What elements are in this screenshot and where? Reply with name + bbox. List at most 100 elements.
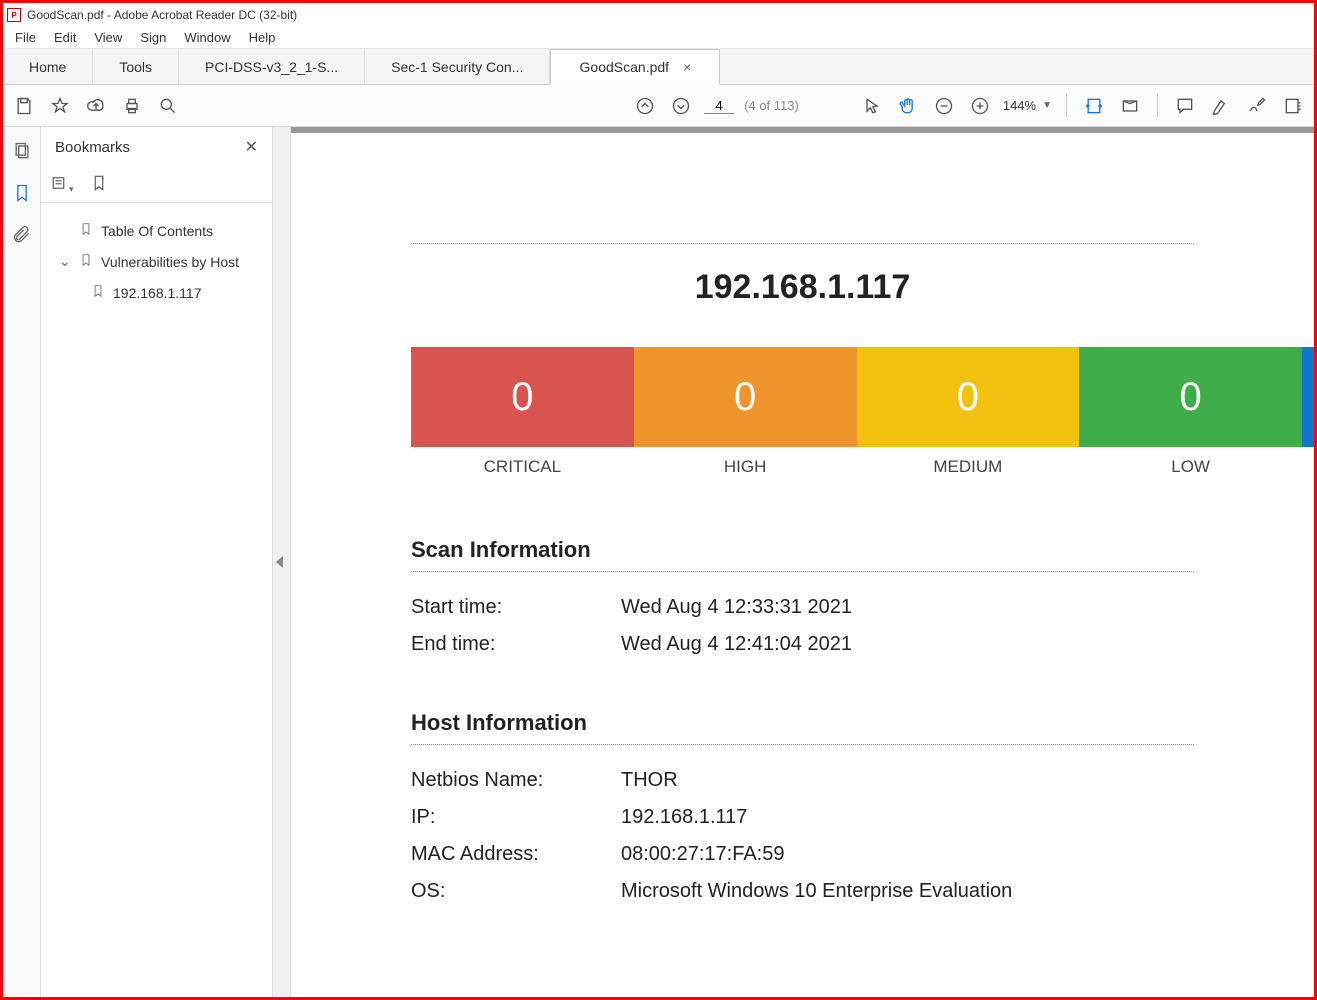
page-number-input[interactable] xyxy=(704,98,734,114)
tab-home[interactable]: Home xyxy=(3,49,93,84)
left-rail xyxy=(3,127,41,997)
netbios-row: Netbios Name: THOR xyxy=(411,769,1194,792)
menu-window[interactable]: Window xyxy=(176,28,238,47)
close-icon[interactable]: × xyxy=(683,59,691,75)
os-row: OS: Microsoft Windows 10 Enterprise Eval… xyxy=(411,880,1194,903)
rule xyxy=(411,744,1194,745)
bookmarks-toolbar: ▾ xyxy=(41,167,272,203)
menu-view[interactable]: View xyxy=(86,28,130,47)
page-divider xyxy=(291,127,1314,133)
rule xyxy=(411,243,1194,244)
scan-start-value: Wed Aug 4 12:33:31 2021 xyxy=(621,596,852,619)
bookmark-label: Vulnerabilities by Host xyxy=(101,254,239,270)
tab-home-label: Home xyxy=(29,59,66,75)
tab-doc-0[interactable]: PCI-DSS-v3_2_1-S... xyxy=(179,49,365,84)
zoom-level[interactable]: 144% ▼ xyxy=(1003,98,1052,113)
severity-medium-count: 0 xyxy=(857,347,1080,447)
menu-help[interactable]: Help xyxy=(241,28,284,47)
fit-width-icon[interactable] xyxy=(1081,93,1107,119)
bookmarks-tree: Table Of Contents ⌄ Vulnerabilities by H… xyxy=(41,203,272,308)
bookmark-icon xyxy=(79,221,93,240)
bookmark-icon xyxy=(79,252,93,271)
panel-divider[interactable] xyxy=(273,127,291,997)
severity-high-count: 0 xyxy=(634,347,857,447)
netbios-value: THOR xyxy=(621,769,678,792)
star-icon[interactable] xyxy=(47,93,73,119)
mac-value: 08:00:27:17:FA:59 xyxy=(621,843,784,866)
tab-doc-2-label: GoodScan.pdf xyxy=(580,59,670,75)
window-title: GoodScan.pdf - Adobe Acrobat Reader DC (… xyxy=(27,8,297,22)
ip-row: IP: 192.168.1.117 xyxy=(411,806,1194,829)
mac-row: MAC Address: 08:00:27:17:FA:59 xyxy=(411,843,1194,866)
severity-low-label: LOW xyxy=(1079,457,1302,477)
severity-medium-label: MEDIUM xyxy=(857,457,1080,477)
severity-high-label: HIGH xyxy=(634,457,857,477)
tab-doc-0-label: PCI-DSS-v3_2_1-S... xyxy=(205,59,338,75)
page-down-icon[interactable] xyxy=(668,93,694,119)
comment-icon[interactable] xyxy=(1172,93,1198,119)
new-bookmark-icon[interactable] xyxy=(90,174,108,195)
cloud-upload-icon[interactable] xyxy=(83,93,109,119)
host-title: 192.168.1.117 xyxy=(291,268,1314,307)
bookmarks-options-icon[interactable]: ▾ xyxy=(51,174,74,195)
bookmarks-panel: Bookmarks ✕ ▾ Table Of Contents ⌄ Vulner… xyxy=(41,127,273,997)
menu-edit[interactable]: Edit xyxy=(46,28,84,47)
bookmark-vuln-by-host[interactable]: ⌄ Vulnerabilities by Host xyxy=(47,246,266,277)
save-icon[interactable] xyxy=(11,93,37,119)
menubar: File Edit View Sign Window Help xyxy=(3,27,1314,49)
host-info-heading: Host Information xyxy=(411,710,1194,736)
separator xyxy=(1157,94,1158,118)
os-key: OS: xyxy=(411,880,621,903)
search-icon[interactable] xyxy=(155,93,181,119)
select-tool-icon[interactable] xyxy=(859,93,885,119)
window-titlebar: P GoodScan.pdf - Adobe Acrobat Reader DC… xyxy=(3,3,1314,27)
bookmarks-icon[interactable] xyxy=(12,183,32,203)
thumbnails-icon[interactable] xyxy=(12,141,32,161)
scan-end-row: End time: Wed Aug 4 12:41:04 2021 xyxy=(411,633,1194,656)
bookmark-label: Table Of Contents xyxy=(101,223,213,239)
read-mode-icon[interactable] xyxy=(1117,93,1143,119)
bookmark-host-1[interactable]: 192.168.1.117 xyxy=(47,277,266,308)
tab-doc-1[interactable]: Sec-1 Security Con... xyxy=(365,49,550,84)
tab-tools[interactable]: Tools xyxy=(93,49,179,84)
mac-key: MAC Address: xyxy=(411,843,621,866)
tabbar: Home Tools PCI-DSS-v3_2_1-S... Sec-1 Sec… xyxy=(3,49,1314,85)
sign-icon[interactable] xyxy=(1244,93,1270,119)
chevron-down-icon[interactable]: ⌄ xyxy=(59,253,71,270)
attachments-icon[interactable] xyxy=(12,225,32,245)
bookmark-toc[interactable]: Table Of Contents xyxy=(47,215,266,246)
bookmarks-title: Bookmarks xyxy=(55,139,130,156)
severity-info-label xyxy=(1302,457,1314,477)
document-viewport[interactable]: 192.168.1.117 0 0 0 0 CRITICAL HIGH MEDI… xyxy=(291,127,1314,997)
menu-file[interactable]: File xyxy=(7,28,44,47)
zoom-in-icon[interactable] xyxy=(967,93,993,119)
page-count-text: (4 of 113) xyxy=(744,98,799,113)
highlight-text-icon[interactable] xyxy=(1208,93,1234,119)
zoom-value: 144% xyxy=(1003,98,1036,113)
more-tools-icon[interactable] xyxy=(1280,93,1306,119)
os-value: Microsoft Windows 10 Enterprise Evaluati… xyxy=(621,880,1012,903)
page-up-icon[interactable] xyxy=(632,93,658,119)
scan-info-heading: Scan Information xyxy=(411,537,1194,563)
tab-doc-2[interactable]: GoodScan.pdf × xyxy=(550,49,720,85)
menu-sign[interactable]: Sign xyxy=(132,28,174,47)
zoom-out-icon[interactable] xyxy=(931,93,957,119)
pdf-icon: P xyxy=(7,8,21,22)
severity-critical-count: 0 xyxy=(411,347,634,447)
scan-end-key: End time: xyxy=(411,633,621,656)
severity-low-count: 0 xyxy=(1079,347,1302,447)
severity-labels: CRITICAL HIGH MEDIUM LOW xyxy=(411,457,1314,477)
hand-tool-icon[interactable] xyxy=(895,93,921,119)
print-icon[interactable] xyxy=(119,93,145,119)
separator xyxy=(1066,94,1067,118)
tab-doc-1-label: Sec-1 Security Con... xyxy=(391,59,523,75)
collapse-handle-icon[interactable] xyxy=(276,556,283,568)
ip-key: IP: xyxy=(411,806,621,829)
pdf-page: 192.168.1.117 0 0 0 0 CRITICAL HIGH MEDI… xyxy=(291,127,1314,997)
ip-value: 192.168.1.117 xyxy=(621,806,747,829)
bookmark-label: 192.168.1.117 xyxy=(113,285,202,301)
scan-end-value: Wed Aug 4 12:41:04 2021 xyxy=(621,633,852,656)
scan-start-key: Start time: xyxy=(411,596,621,619)
close-panel-icon[interactable]: ✕ xyxy=(245,137,258,157)
severity-info-sliver xyxy=(1302,347,1314,447)
